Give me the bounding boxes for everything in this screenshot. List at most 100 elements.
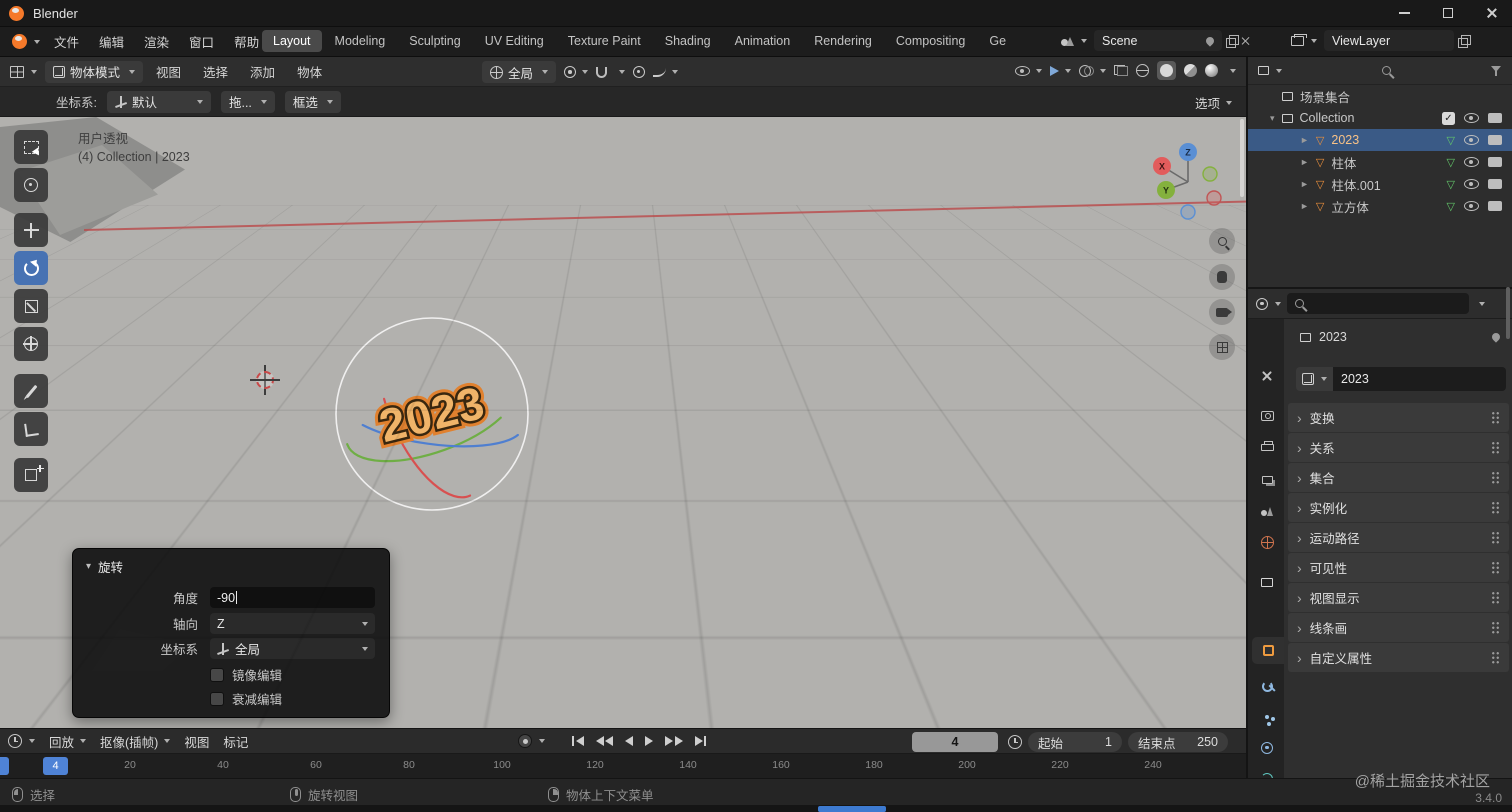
unlink-scene-icon[interactable] — [1241, 36, 1251, 46]
shading-material-button[interactable] — [1184, 64, 1197, 77]
tab-shading[interactable]: Shading — [654, 30, 722, 52]
current-frame-field[interactable]: 4 — [912, 732, 998, 752]
jump-to-end-button[interactable] — [694, 736, 706, 746]
menu-select[interactable]: 选择 — [194, 62, 237, 81]
grip-icon[interactable] — [1491, 591, 1500, 604]
section-motion-paths[interactable]: › 运动路径 — [1288, 523, 1509, 552]
jump-to-start-button[interactable] — [572, 736, 584, 746]
tool-select-box[interactable] — [14, 130, 48, 164]
eye-icon[interactable] — [1464, 201, 1479, 211]
viewlayer-browse-button[interactable] — [1288, 33, 1320, 46]
drag-dropdown[interactable]: 拖... — [220, 90, 275, 113]
play-reverse-button[interactable] — [625, 736, 633, 746]
outliner-editor-type-button[interactable] — [1258, 66, 1282, 75]
menu-render[interactable]: 渲染 — [134, 32, 179, 51]
camera-view-button[interactable] — [1209, 299, 1235, 325]
menu-file[interactable]: 文件 — [44, 32, 89, 51]
bottom-scrollbar-thumb[interactable] — [818, 806, 886, 812]
section-collections[interactable]: › 集合 — [1288, 463, 1509, 492]
tab-tool-properties[interactable] — [1250, 362, 1284, 389]
play-button[interactable] — [645, 736, 653, 746]
tab-modeling[interactable]: Modeling — [324, 30, 397, 52]
mirror-checkbox[interactable] — [210, 667, 224, 682]
tab-physics-properties[interactable] — [1250, 734, 1284, 761]
menu-add[interactable]: 添加 — [241, 62, 284, 81]
tool-cursor[interactable] — [14, 168, 48, 202]
shading-wireframe-button[interactable] — [1136, 64, 1149, 77]
expand-icon[interactable]: ► — [1300, 135, 1309, 145]
new-viewlayer-icon[interactable] — [1458, 35, 1471, 48]
grip-icon[interactable] — [1491, 621, 1500, 634]
tab-layout[interactable]: Layout — [262, 30, 322, 52]
eye-icon[interactable] — [1464, 135, 1479, 145]
grip-icon[interactable] — [1491, 531, 1500, 544]
search-icon[interactable] — [1382, 66, 1391, 75]
tab-animation[interactable]: Animation — [724, 30, 802, 52]
properties-search-input[interactable] — [1287, 293, 1469, 314]
section-visibility[interactable]: › 可见性 — [1288, 553, 1509, 582]
section-custom-properties[interactable]: › 自定义属性 — [1288, 643, 1509, 672]
zoom-button[interactable] — [1209, 228, 1235, 254]
object-name-field[interactable]: 2023 — [1333, 367, 1506, 391]
menu-edit[interactable]: 编辑 — [89, 32, 134, 51]
scene-browse-button[interactable] — [1058, 35, 1090, 46]
falloff-checkbox[interactable] — [210, 691, 224, 706]
snap-toggle[interactable] — [596, 66, 608, 78]
orientation-dropdown[interactable]: 全局 — [210, 638, 375, 659]
scene-selector[interactable]: Scene — [1094, 30, 1222, 51]
editor-type-button[interactable] — [6, 65, 41, 78]
playhead[interactable]: 4 — [43, 757, 68, 775]
snapping-dropdown[interactable] — [615, 70, 626, 74]
tab-texture-paint[interactable]: Texture Paint — [557, 30, 652, 52]
timeline-editor-type-button[interactable] — [8, 734, 35, 748]
menu-window[interactable]: 窗口 — [179, 32, 224, 51]
tab-modifier-properties[interactable] — [1250, 672, 1284, 699]
camera-icon[interactable] — [1488, 135, 1502, 145]
pivot-point-dropdown[interactable] — [564, 66, 589, 78]
prev-keyframe-button[interactable] — [595, 736, 613, 746]
navigation-gizmo[interactable]: Z X Y — [1148, 140, 1228, 224]
tab-rendering[interactable]: Rendering — [803, 30, 883, 52]
properties-scrollbar[interactable] — [1506, 287, 1510, 339]
auto-keying-button[interactable] — [518, 734, 545, 748]
outliner-item-cube[interactable]: ► ▽ 立方体 ▽ — [1248, 195, 1512, 217]
eye-icon[interactable] — [1464, 179, 1479, 189]
grip-icon[interactable] — [1491, 411, 1500, 424]
shading-solid-button[interactable] — [1157, 61, 1176, 80]
tab-geometry-nodes[interactable]: Ge — [978, 30, 1017, 52]
close-button[interactable] — [1478, 3, 1506, 23]
tool-scale[interactable] — [14, 289, 48, 323]
collection-checkbox[interactable] — [1442, 111, 1455, 125]
blender-menu-button[interactable] — [8, 34, 44, 49]
grip-icon[interactable] — [1491, 501, 1500, 514]
pin-icon[interactable] — [1204, 34, 1216, 47]
grip-icon[interactable] — [1491, 441, 1500, 454]
menu-object[interactable]: 物体 — [288, 62, 331, 81]
tab-particle-properties[interactable] — [1250, 703, 1284, 730]
pan-button[interactable] — [1209, 264, 1235, 290]
axis-dropdown[interactable]: Z — [210, 613, 375, 634]
timeline-ruler[interactable]: 20 40 60 80 100 120 140 160 180 200 220 … — [0, 754, 1246, 778]
tool-move[interactable] — [14, 213, 48, 247]
angle-input[interactable]: -90 — [210, 587, 375, 608]
object-browse-button[interactable] — [1296, 367, 1333, 391]
expand-icon[interactable]: ► — [1300, 157, 1309, 167]
end-frame-field[interactable]: 结束点 250 — [1128, 732, 1228, 752]
section-line-art[interactable]: › 线条画 — [1288, 613, 1509, 642]
keying-menu[interactable]: 抠像(插帧) — [100, 732, 171, 751]
tab-sculpting[interactable]: Sculpting — [398, 30, 471, 52]
menu-view[interactable]: 视图 — [147, 62, 190, 81]
eye-icon[interactable] — [1464, 157, 1479, 167]
section-instancing[interactable]: › 实例化 — [1288, 493, 1509, 522]
timeline-view-menu[interactable]: 视图 — [184, 732, 209, 751]
select-mode-dropdown[interactable]: 框选 — [284, 90, 341, 113]
camera-icon[interactable] — [1488, 157, 1502, 167]
rotate-gizmo[interactable]: 2023 2023 2023 — [332, 314, 532, 514]
tool-measure[interactable] — [14, 412, 48, 446]
properties-editor-type-button[interactable] — [1256, 297, 1281, 310]
overlays-dropdown[interactable] — [1079, 65, 1106, 77]
properties-filter-dropdown[interactable] — [1479, 301, 1485, 306]
grip-icon[interactable] — [1491, 561, 1500, 574]
collection-row[interactable]: ▾ Collection — [1248, 107, 1512, 129]
ortho-toggle-button[interactable] — [1209, 334, 1235, 360]
